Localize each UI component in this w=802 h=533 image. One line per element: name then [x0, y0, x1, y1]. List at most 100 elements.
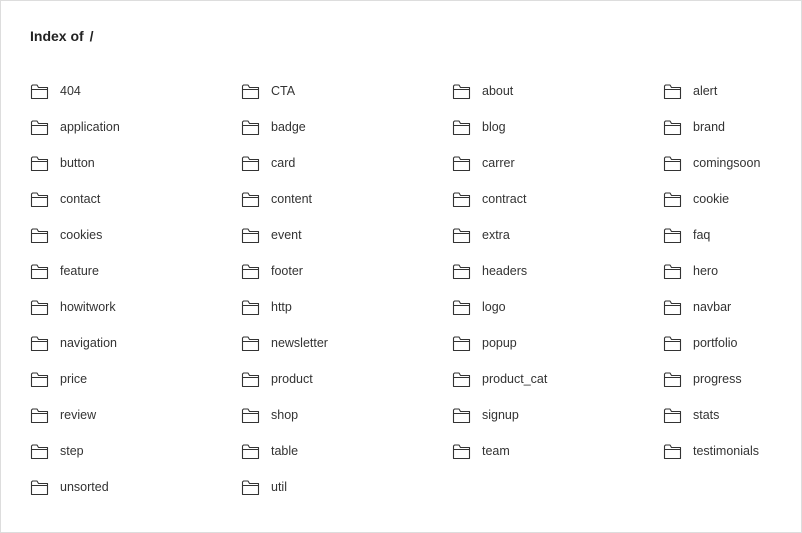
- folder-icon: [663, 335, 682, 352]
- folder-icon: [452, 227, 471, 244]
- folder-icon: [241, 335, 260, 352]
- folder-name: howitwork: [60, 300, 116, 314]
- folder-icon: [663, 83, 682, 100]
- folder-entry-application[interactable]: application: [30, 117, 241, 137]
- folder-name: extra: [482, 228, 510, 242]
- folder-icon: [241, 119, 260, 136]
- folder-name: navbar: [693, 300, 732, 314]
- folder-entry-progress[interactable]: progress: [663, 369, 790, 389]
- folder-icon: [241, 227, 260, 244]
- folder-name: cookie: [693, 192, 730, 206]
- folder-name: headers: [482, 264, 528, 278]
- folder-entry-badge[interactable]: badge: [241, 117, 452, 137]
- folder-entry-newsletter[interactable]: newsletter: [241, 333, 452, 353]
- folder-entry-howitwork[interactable]: howitwork: [30, 297, 241, 317]
- folder-entry-blog[interactable]: blog: [452, 117, 663, 137]
- folder-entry-404[interactable]: 404: [30, 81, 241, 101]
- folder-entry-team[interactable]: team: [452, 441, 663, 461]
- folder-entry-about[interactable]: about: [452, 81, 663, 101]
- folder-icon: [241, 299, 260, 316]
- folder-name: step: [60, 444, 84, 458]
- page-title: Index of /: [30, 28, 94, 44]
- folder-name: CTA: [271, 84, 296, 98]
- folder-entry-footer[interactable]: footer: [241, 261, 452, 281]
- folder-entry-portfolio[interactable]: portfolio: [663, 333, 790, 353]
- folder-name: stats: [693, 408, 720, 422]
- folder-name: signup: [482, 408, 519, 422]
- directory-listing-panel: Index of / 404 CTA about alert applicatio…: [0, 0, 802, 533]
- folder-icon: [452, 119, 471, 136]
- folder-name: logo: [482, 300, 506, 314]
- folder-name: newsletter: [271, 336, 328, 350]
- folder-name: table: [271, 444, 299, 458]
- folder-name: navigation: [60, 336, 117, 350]
- folder-entry-extra[interactable]: extra: [452, 225, 663, 245]
- page-title-label: Index of: [30, 28, 84, 44]
- folder-name: contact: [60, 192, 101, 206]
- folder-entry-carrer[interactable]: carrer: [452, 153, 663, 173]
- folder-name: badge: [271, 120, 306, 134]
- folder-entry-logo[interactable]: logo: [452, 297, 663, 317]
- folder-entry-brand[interactable]: brand: [663, 117, 790, 137]
- folder-entry-cookies[interactable]: cookies: [30, 225, 241, 245]
- folder-name: event: [271, 228, 302, 242]
- folder-name: hero: [693, 264, 719, 278]
- folder-entry-alert[interactable]: alert: [663, 81, 790, 101]
- folder-entry-review[interactable]: review: [30, 405, 241, 425]
- folder-entry-step[interactable]: step: [30, 441, 241, 461]
- folder-entry-shop[interactable]: shop: [241, 405, 452, 425]
- folder-entry-card[interactable]: card: [241, 153, 452, 173]
- folder-entry-contact[interactable]: contact: [30, 189, 241, 209]
- folder-icon: [30, 119, 49, 136]
- folder-name: progress: [693, 372, 742, 386]
- folder-entry-table[interactable]: table: [241, 441, 452, 461]
- folder-entry-contract[interactable]: contract: [452, 189, 663, 209]
- folder-name: http: [271, 300, 292, 314]
- folder-icon: [30, 263, 49, 280]
- folder-entry-faq[interactable]: faq: [663, 225, 790, 245]
- folder-icon: [30, 407, 49, 424]
- folder-icon: [452, 191, 471, 208]
- folder-entry-product[interactable]: product: [241, 369, 452, 389]
- folder-entry-signup[interactable]: signup: [452, 405, 663, 425]
- folder-entry-comingsoon[interactable]: comingsoon: [663, 153, 790, 173]
- folder-entry-hero[interactable]: hero: [663, 261, 790, 281]
- folder-entry-popup[interactable]: popup: [452, 333, 663, 353]
- folder-name: price: [60, 372, 88, 386]
- folder-entry-navigation[interactable]: navigation: [30, 333, 241, 353]
- folder-entry-unsorted[interactable]: unsorted: [30, 477, 241, 497]
- folder-entry-content[interactable]: content: [241, 189, 452, 209]
- folder-entry-cookie[interactable]: cookie: [663, 189, 790, 209]
- folder-name: comingsoon: [693, 156, 761, 170]
- folder-icon: [241, 191, 260, 208]
- folder-entry-product_cat[interactable]: product_cat: [452, 369, 663, 389]
- folder-icon: [663, 227, 682, 244]
- folder-entry-stats[interactable]: stats: [663, 405, 790, 425]
- folder-icon: [452, 155, 471, 172]
- folder-entry-event[interactable]: event: [241, 225, 452, 245]
- folder-icon: [663, 371, 682, 388]
- folder-entry-headers[interactable]: headers: [452, 261, 663, 281]
- folder-entry-price[interactable]: price: [30, 369, 241, 389]
- folder-icon: [452, 371, 471, 388]
- folder-icon: [663, 299, 682, 316]
- folder-icon: [241, 83, 260, 100]
- folder-entry-feature[interactable]: feature: [30, 261, 241, 281]
- folder-icon: [30, 371, 49, 388]
- folder-icon: [30, 299, 49, 316]
- folder-entry-cta[interactable]: CTA: [241, 81, 452, 101]
- folder-entry-button[interactable]: button: [30, 153, 241, 173]
- folder-entry-navbar[interactable]: navbar: [663, 297, 790, 317]
- folder-name: product: [271, 372, 313, 386]
- folder-name: cookies: [60, 228, 103, 242]
- folder-entry-http[interactable]: http: [241, 297, 452, 317]
- folder-icon: [663, 407, 682, 424]
- folder-name: popup: [482, 336, 517, 350]
- folder-entry-util[interactable]: util: [241, 477, 452, 497]
- current-path: /: [89, 28, 94, 44]
- folder-name: shop: [271, 408, 299, 422]
- folder-entry-testimonials[interactable]: testimonials: [663, 441, 790, 461]
- folder-name: faq: [693, 228, 711, 242]
- folder-name: team: [482, 444, 510, 458]
- folder-name: brand: [693, 120, 725, 134]
